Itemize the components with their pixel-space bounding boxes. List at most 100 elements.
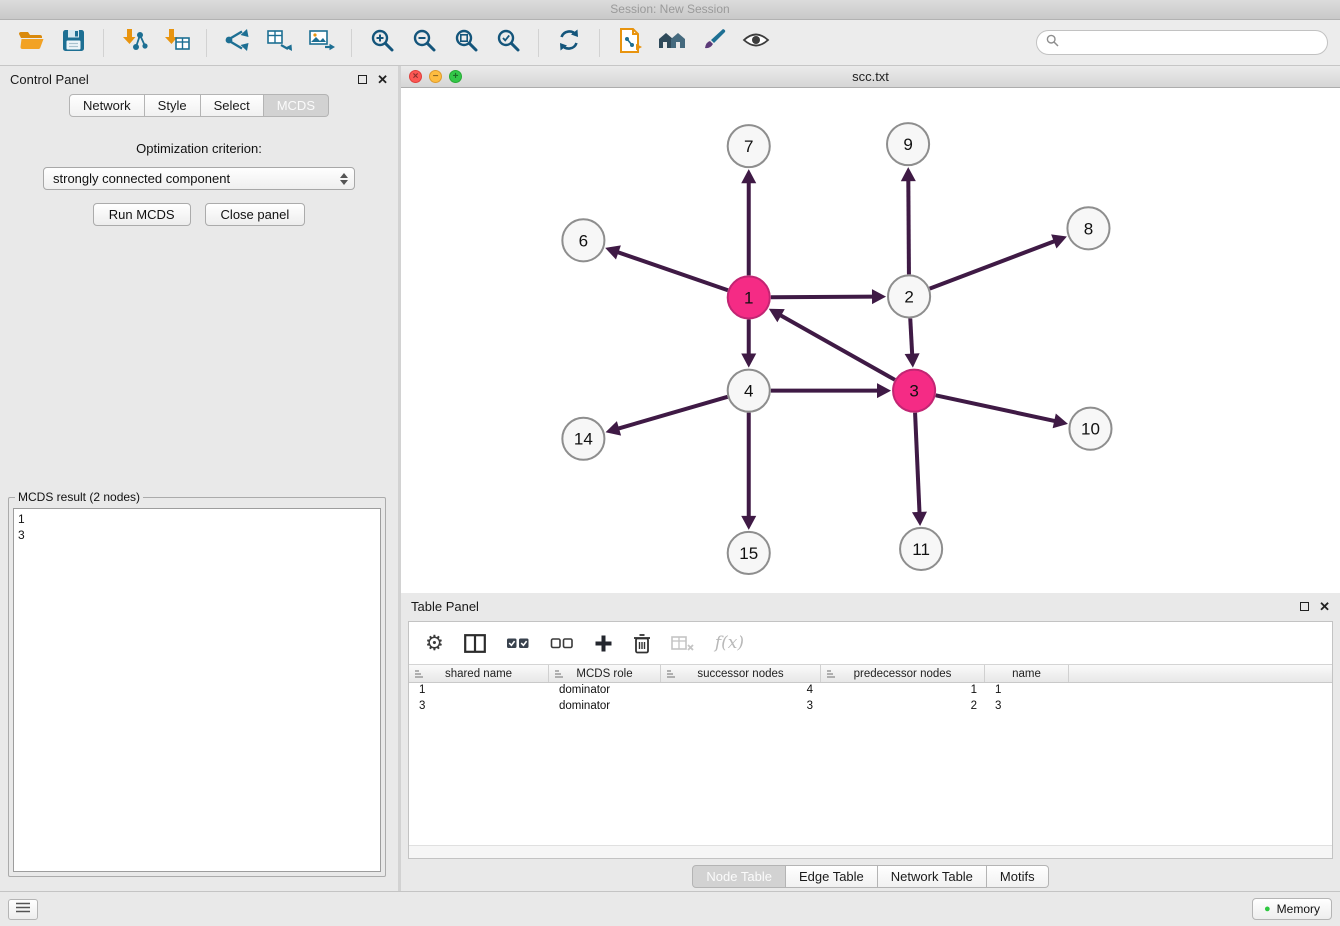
control-panel-tabs: Network Style Select MCDS — [0, 94, 398, 117]
main-area: Control Panel ✕ Network Style Select MCD… — [0, 66, 1340, 891]
zoom-selected-button[interactable] — [489, 26, 527, 60]
edge-3-to-10[interactable] — [936, 395, 1057, 421]
cell-predecessor-nodes[interactable]: 2 — [821, 699, 985, 715]
network-window-titlebar: × − + scc.txt — [401, 66, 1340, 88]
close-panel-button[interactable]: Close panel — [205, 203, 306, 226]
memory-button[interactable]: ● Memory — [1252, 898, 1332, 920]
export-image-button[interactable] — [302, 26, 340, 60]
float-panel-icon[interactable] — [358, 75, 367, 84]
delete-column-trash-icon[interactable] — [633, 633, 651, 654]
zoom-out-button[interactable] — [405, 26, 443, 60]
window-title: Session: New Session — [610, 2, 729, 16]
float-panel-icon[interactable] — [1300, 602, 1309, 611]
tab-edge-table[interactable]: Edge Table — [786, 865, 878, 888]
unselect-all-columns-icon[interactable] — [550, 634, 574, 652]
edge-3-to-1[interactable] — [779, 315, 895, 380]
close-panel-icon[interactable]: ✕ — [1319, 600, 1330, 613]
node-1[interactable]: 1 — [728, 276, 770, 318]
refresh-button[interactable] — [550, 26, 588, 60]
cell-mcds-role[interactable]: dominator — [549, 699, 661, 715]
column-header-mcds-role[interactable]: MCDS role — [549, 665, 661, 682]
edge-1-to-6[interactable] — [617, 252, 728, 290]
network-canvas[interactable]: 7 9 6 8 1 2 4 3 14 10 15 11 — [401, 88, 1340, 594]
node-8[interactable]: 8 — [1067, 207, 1109, 249]
import-table-button[interactable] — [157, 26, 195, 60]
close-window-icon[interactable]: × — [409, 70, 422, 83]
task-history-button[interactable] — [8, 899, 38, 920]
node-10[interactable]: 10 — [1069, 408, 1111, 450]
column-header-successor-nodes[interactable]: successor nodes — [661, 665, 821, 682]
minimize-window-icon[interactable]: − — [429, 70, 442, 83]
edge-arrowhead-icon — [901, 167, 916, 181]
table-row[interactable]: 1 dominator 4 1 1 — [409, 683, 1332, 699]
table-panel-header: Table Panel ✕ — [401, 593, 1340, 619]
node-15[interactable]: 15 — [728, 532, 770, 574]
window-controls: × − + — [409, 70, 462, 83]
cell-successor-nodes[interactable]: 3 — [661, 699, 821, 715]
zoom-selected-icon — [496, 28, 521, 58]
home-networks-button[interactable] — [653, 26, 691, 60]
network-document-button[interactable] — [611, 26, 649, 60]
cell-mcds-role[interactable]: dominator — [549, 683, 661, 699]
table-row[interactable]: 3 dominator 3 2 3 — [409, 699, 1332, 715]
edge-arrowhead-icon — [741, 516, 756, 530]
cell-shared-name[interactable]: 3 — [409, 699, 549, 715]
column-type-icon — [554, 669, 564, 679]
tab-network[interactable]: Network — [69, 94, 145, 117]
zoom-fit-button[interactable] — [447, 26, 485, 60]
search-input[interactable] — [1064, 36, 1318, 50]
node-14[interactable]: 14 — [562, 418, 604, 460]
edge-2-to-9[interactable] — [908, 179, 909, 274]
table-toolbar: ⚙ f(x) — [409, 622, 1332, 664]
function-builder-icon-disabled: f(x) — [715, 633, 744, 653]
show-columns-icon[interactable] — [464, 634, 486, 653]
show-hide-button[interactable] — [737, 26, 775, 60]
cell-predecessor-nodes[interactable]: 1 — [821, 683, 985, 699]
tab-style[interactable]: Style — [145, 94, 201, 117]
node-11[interactable]: 11 — [900, 528, 942, 570]
open-session-button[interactable] — [12, 26, 50, 60]
column-header-predecessor-nodes[interactable]: predecessor nodes — [821, 665, 985, 682]
node-2[interactable]: 2 — [888, 275, 930, 317]
save-session-button[interactable] — [54, 26, 92, 60]
run-mcds-button[interactable]: Run MCDS — [93, 203, 191, 226]
import-network-button[interactable] — [115, 26, 153, 60]
node-3[interactable]: 3 — [893, 370, 935, 412]
edge-3-to-11[interactable] — [915, 413, 919, 514]
edge-1-to-2[interactable] — [771, 297, 874, 298]
tab-mcds[interactable]: MCDS — [264, 94, 329, 117]
edge-2-to-8[interactable] — [930, 241, 1056, 289]
edge-2-to-3[interactable] — [910, 318, 912, 355]
tab-motifs[interactable]: Motifs — [987, 865, 1049, 888]
zoom-window-icon[interactable]: + — [449, 70, 462, 83]
horizontal-scrollbar[interactable] — [409, 845, 1332, 858]
tab-node-table[interactable]: Node Table — [692, 865, 786, 888]
table-settings-gear-icon[interactable]: ⚙ — [425, 633, 444, 654]
close-panel-icon[interactable]: ✕ — [377, 73, 388, 86]
network-from-table-button[interactable] — [260, 26, 298, 60]
column-header-name[interactable]: name — [985, 665, 1069, 682]
cell-successor-nodes[interactable]: 4 — [661, 683, 821, 699]
node-9[interactable]: 9 — [887, 123, 929, 165]
node-6[interactable]: 6 — [562, 219, 604, 261]
zoom-in-button[interactable] — [363, 26, 401, 60]
global-search-box[interactable] — [1036, 30, 1328, 55]
tab-select[interactable]: Select — [201, 94, 264, 117]
edge-4-to-14[interactable] — [617, 397, 728, 429]
style-brush-button[interactable] — [695, 26, 733, 60]
optimization-criterion-select[interactable]: strongly connected component — [43, 167, 355, 190]
new-network-button[interactable] — [218, 26, 256, 60]
tab-network-table[interactable]: Network Table — [878, 865, 987, 888]
cell-name[interactable]: 3 — [985, 699, 1069, 715]
column-header-shared-name[interactable]: shared name — [409, 665, 549, 682]
node-4[interactable]: 4 — [728, 370, 770, 412]
list-icon — [15, 900, 31, 918]
cell-name[interactable]: 1 — [985, 683, 1069, 699]
edge-arrowhead-icon — [912, 512, 927, 526]
node-7[interactable]: 7 — [728, 125, 770, 167]
import-network-icon — [121, 27, 148, 58]
cell-shared-name[interactable]: 1 — [409, 683, 549, 699]
select-all-columns-icon[interactable] — [506, 634, 530, 652]
create-column-plus-icon[interactable] — [594, 634, 613, 653]
mcds-result-text[interactable]: 1 3 — [13, 508, 381, 872]
